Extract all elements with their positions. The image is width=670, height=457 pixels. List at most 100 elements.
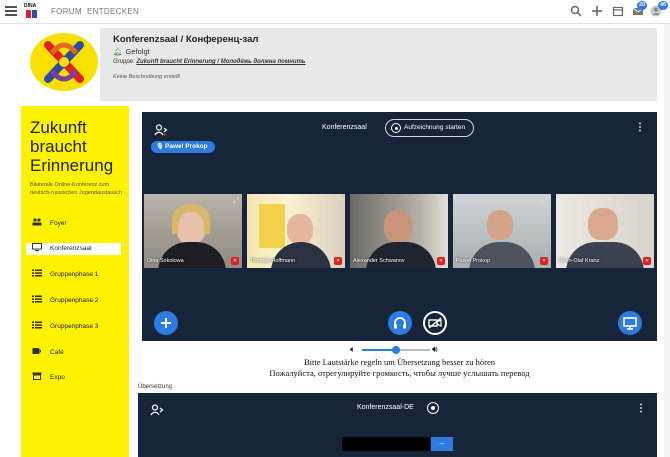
follow-label: Gefolgt [125,47,150,56]
volume-slider-handle[interactable] [392,346,400,354]
speaker-low-icon: 🔈︎ [350,344,356,354]
screen-share-icon [623,317,637,330]
active-speaker-badge: 🎙︎ Pawel Prokop [151,141,215,153]
translation-section-label: Übersetzung [138,384,173,390]
list-icon [32,269,42,282]
video-off-icon [428,317,442,329]
group-link-line: Gruppe: Zukunft braucht Erinnerung / Мол… [113,59,305,65]
active-speaker-name: Pawel Prokop [165,143,208,150]
translation-conference-panel: Konferenzsaal-DE ⋮ – [138,393,657,457]
participant-name: Dina Sokolowa [147,258,184,264]
muted-icon: ✕ [231,257,239,265]
expand-icon[interactable]: ⤢ [233,196,239,206]
participants-icon[interactable] [150,403,164,421]
expand-icon[interactable]: ⤢ [542,196,548,206]
share-screen-button[interactable] [618,311,642,335]
participant-tile[interactable]: ⤢ Thomas Hoffmann ✕ [247,194,345,268]
participant-name: Sven-Olaf Kranz [559,258,600,264]
store-icon [32,372,42,385]
speaker-high-icon: 🔊︎ [432,344,438,354]
list-icon [32,295,42,308]
headphones-icon [394,317,406,329]
sidebar-subtitle: Bilaterale Online-Konferenz zum deutsch-… [30,182,123,196]
sidebar-item-label: Expo [50,374,65,381]
participant-tile[interactable]: ⤢ Pawel Prokop ✕ [453,194,551,268]
search-icon[interactable] [570,5,582,17]
record-icon[interactable] [427,402,439,414]
more-options-icon[interactable]: ⋮ [635,123,645,133]
sidebar-item-label: Gruppenphase 1 [50,271,99,278]
site-logo[interactable]: DINA [24,3,40,19]
volume-control: 🔈︎ 🔊︎ [350,344,440,355]
muted-icon: ✕ [334,257,342,265]
sidebar-item-expo[interactable]: Expo [26,372,121,384]
toggle-video-button[interactable] [423,311,447,335]
bell-icon: 🔔︎ [113,47,123,56]
conference-title: Konferenzsaal [322,124,367,131]
volume-hint-german: Bitte Lautstärke regeln um Übersetzung b… [304,357,495,367]
participant-name: Thomas Hoffmann [250,258,296,264]
expand-icon[interactable]: ⤢ [645,196,651,206]
follow-status[interactable]: 🔔︎ Gefolgt [113,47,150,56]
muted-icon: ✕ [540,257,548,265]
record-label: Aufzeichnung starten [404,124,466,131]
muted-icon: ✕ [437,257,445,265]
sidebar-item-gruppenphase-2[interactable]: Gruppenphase 2 [26,295,121,307]
plus-icon[interactable] [591,5,603,17]
mail-count-badge: 20 [637,1,648,10]
translation-room-title: Konferenzsaal-DE [357,404,414,411]
logo-mark-icon [26,10,37,18]
start-recording-button[interactable]: Aufzeichnung starten [385,119,474,137]
microphone-icon: 🎙︎ [156,144,164,150]
participants-icon[interactable] [154,123,168,141]
volume-hint-russian: Пожалуйста, отрегулируйте громкость, что… [269,368,530,378]
calendar-icon[interactable] [612,5,624,17]
cup-icon [32,347,42,360]
group-name-link[interactable]: Zukunft braucht Erinnerung / Молодёжь до… [136,59,305,65]
sidebar-item-konferenzsaal[interactable]: Konferenzsaal [26,243,121,255]
participant-tile[interactable]: ⤢ Dina Sokolowa ✕ [144,194,242,268]
people-icon [32,218,42,231]
nav-forum-link[interactable]: FORUM [51,7,82,16]
expand-icon[interactable]: ⤢ [439,196,445,206]
add-button[interactable] [154,311,178,335]
page-scrollbar[interactable] [664,24,670,457]
sidebar-item-gruppenphase-1[interactable]: Gruppenphase 1 [26,269,121,281]
hidden-video-area [342,437,430,451]
group-prefix: Gruppe: [113,59,135,65]
participant-tile[interactable]: ⤢ Sven-Olaf Kranz ✕ [556,194,654,268]
plus-icon [161,318,171,328]
group-logo [30,33,98,91]
participant-name: Alexander Schwanov [353,258,405,264]
sidebar-title: Zukunft braucht Erinnerung [30,118,114,175]
knot-logo-icon [44,41,84,83]
nav-entdecken-link[interactable]: ENTDECKEN [87,7,139,16]
sidebar-item-cafe[interactable]: Café [26,347,121,359]
minimize-button[interactable]: – [431,437,453,451]
list-icon [32,321,42,334]
group-page-title: Konferenzsaal / Конференц-зал [113,34,259,45]
volume-slider-fill [362,349,396,351]
top-navigation-bar: DINA FORUM ENTDECKEN 20 46 [0,0,670,24]
record-icon [391,123,401,133]
sidebar-item-label: Konferenzsaal [50,245,92,252]
menu-icon[interactable] [4,4,18,18]
video-conference-panel: Konferenzsaal Aufzeichnung starten ⋮ 🎙︎ … [142,112,657,341]
group-description: Keine Beschreibung erstellt [113,74,180,80]
conference-sidebar: Zukunft braucht Erinnerung Bilaterale On… [21,106,129,457]
sidebar-item-label: Gruppenphase 2 [50,297,99,304]
sidebar-item-label: Gruppenphase 3 [50,323,99,330]
notification-count-badge: 46 [658,1,669,10]
sidebar-item-gruppenphase-3[interactable]: Gruppenphase 3 [26,321,121,333]
sidebar-item-label: Café [50,349,64,356]
muted-icon: ✕ [643,257,651,265]
participant-tile[interactable]: ⤢ Alexander Schwanov ✕ [350,194,448,268]
more-options-icon[interactable]: ⋮ [636,404,646,414]
sidebar-item-label: Foyer [50,220,67,227]
monitor-icon [32,243,42,256]
sidebar-item-foyer[interactable]: Foyer [26,218,121,230]
expand-icon[interactable]: ⤢ [336,196,342,206]
join-audio-button[interactable] [388,311,412,335]
volume-slider[interactable] [362,346,430,354]
participant-name: Pawel Prokop [456,258,490,264]
